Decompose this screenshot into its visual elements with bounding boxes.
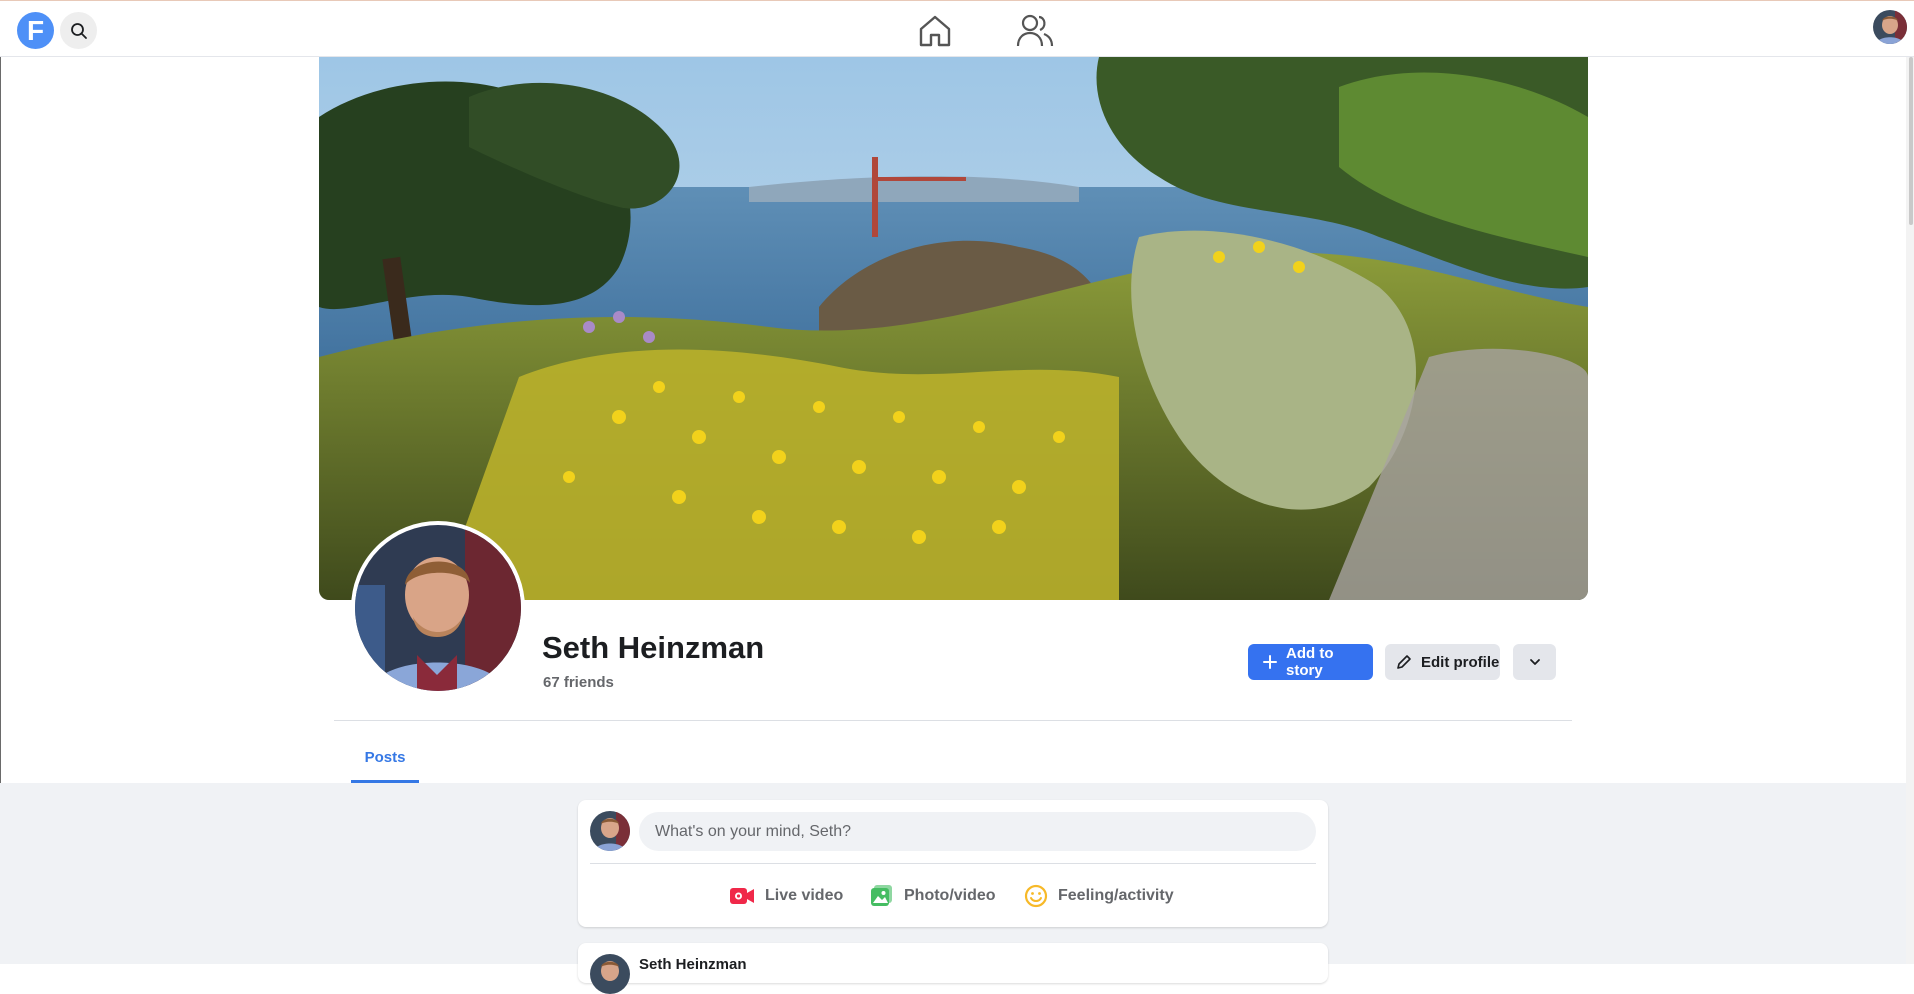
friends-nav-button[interactable]: [1015, 11, 1055, 51]
edit-profile-button[interactable]: Edit profile: [1385, 644, 1500, 680]
whats-on-your-mind-input[interactable]: What's on your mind, Seth?: [639, 812, 1316, 851]
post-author-avatar[interactable]: [590, 954, 630, 994]
profile-divider: [334, 720, 1572, 721]
more-options-button[interactable]: [1513, 644, 1556, 680]
plus-icon: [1262, 654, 1278, 670]
friends-count[interactable]: 67 friends: [543, 674, 614, 691]
add-to-story-button[interactable]: Add to story: [1248, 644, 1373, 680]
top-navigation-bar: F: [0, 0, 1914, 57]
tab-posts[interactable]: Posts: [351, 735, 419, 783]
scrollbar-thumb[interactable]: [1909, 57, 1913, 225]
composer-divider: [590, 863, 1316, 864]
feeling-activity-label: Feeling/activity: [1058, 887, 1174, 904]
home-nav-button[interactable]: [915, 11, 955, 51]
live-video-button[interactable]: Live video: [729, 878, 843, 914]
cover-photo[interactable]: [319, 57, 1588, 600]
search-icon: [70, 22, 88, 40]
search-button[interactable]: [60, 12, 97, 49]
logo-letter: F: [26, 14, 45, 46]
add-to-story-label: Add to story: [1286, 645, 1334, 679]
chevron-down-icon: [1528, 655, 1542, 669]
post-composer: What's on your mind, Seth? Live video Ph…: [578, 800, 1328, 927]
photo-video-button[interactable]: Photo/video: [870, 878, 996, 914]
profile-picture[interactable]: [351, 521, 525, 695]
post-card: Seth Heinzman: [578, 943, 1328, 994]
live-video-label: Live video: [765, 887, 844, 904]
composer-avatar[interactable]: [590, 811, 630, 851]
edit-profile-label: Edit profile: [1421, 653, 1500, 671]
photo-video-label: Photo/video: [904, 887, 996, 904]
account-avatar[interactable]: [1873, 10, 1907, 44]
app-logo[interactable]: F: [17, 12, 54, 49]
feeling-activity-button[interactable]: Feeling/activity: [1024, 878, 1174, 914]
live-video-icon: [729, 885, 755, 907]
friends-icon: [1016, 13, 1054, 49]
home-icon: [917, 13, 953, 49]
post-author-name[interactable]: Seth Heinzman: [639, 956, 747, 973]
pencil-icon: [1395, 653, 1413, 671]
photo-icon: [870, 884, 894, 908]
tab-posts-label: Posts: [364, 749, 406, 766]
profile-name: Seth Heinzman: [542, 630, 765, 665]
feeling-icon: [1024, 884, 1048, 908]
